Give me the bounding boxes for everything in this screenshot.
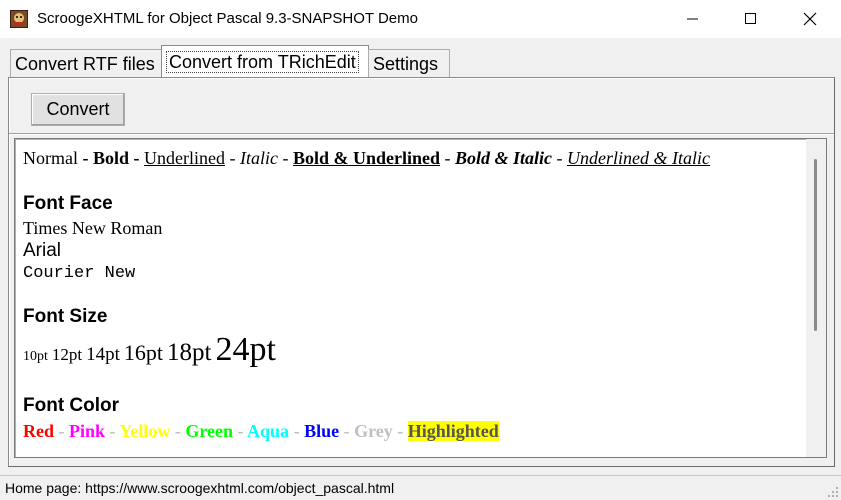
maximize-icon [745,13,756,24]
vertical-scrollbar[interactable] [806,139,826,457]
window-title: ScroogeXHTML for Object Pascal 9.3-SNAPS… [37,10,418,27]
separator: - [170,421,186,441]
status-text: Home page: https://www.scroogexhtml.com/… [5,480,395,496]
tab-strip: Convert RTF files Convert from TRichEdit… [8,44,838,78]
pink-text: Pink [69,421,106,441]
tab-label: Convert RTF files [15,54,155,74]
separator: - [129,148,145,168]
size-14pt-sample: 14pt [86,344,120,365]
courier-new-sample: Courier New [23,264,136,283]
bold-italic-text: Bold & Italic [455,148,553,168]
minimize-button[interactable] [664,0,722,38]
separator: - [54,421,69,441]
separator: - [392,421,408,441]
size-16pt-sample: 16pt [123,340,164,365]
tab-label: Convert from TRichEdit [166,51,359,73]
aqua-text: Aqua [247,421,290,441]
size-24pt-sample: 24pt [215,331,276,368]
separator: - [552,148,568,168]
tab-convert-from-trichedit[interactable]: Convert from TRichEdit [161,45,369,78]
scrollbar-thumb[interactable] [814,159,817,331]
arial-sample: Arial [23,240,62,261]
separator: - [77,148,93,168]
separator: - [278,148,293,168]
italic-text: Italic [240,148,278,168]
green-text: Green [185,421,234,441]
separator: - [233,421,248,441]
font-size-heading: Font Size [23,306,108,327]
title-bar[interactable]: ScroogeXHTML for Object Pascal 9.3-SNAPS… [0,0,841,38]
rich-edit-viewer[interactable]: Normal - Bold - Underlined - Italic - Bo… [14,138,827,458]
underlined-italic-text: Underlined & Italic [567,148,711,168]
style-samples-line: Normal - Bold - Underlined - Italic - Bo… [23,145,803,171]
separator: - [225,148,240,168]
tab-panel: Convert Normal - Bold - Underlined - Ita… [8,77,835,467]
size-12pt-sample: 12pt [51,345,83,364]
minimize-icon [687,18,698,20]
bold-text: Bold [92,148,130,168]
highlighted-text: Highlighted [407,421,499,441]
separator: - [440,148,456,168]
separator: - [105,421,120,441]
font-color-heading: Font Color [23,395,120,416]
size-18pt-sample: 18pt [167,339,212,366]
status-bar: Home page: https://www.scroogexhtml.com/… [0,475,841,500]
separator: - [339,421,355,441]
blue-text: Blue [304,421,340,441]
underlined-text: Underlined [144,148,225,168]
resize-grip-icon[interactable] [827,486,839,498]
grey-text: Grey [354,421,393,441]
times-new-roman-sample: Times New Roman [23,218,163,238]
toolbar-divider [9,133,834,135]
tab-label: Settings [373,54,439,74]
size-10pt-sample: 10pt [23,349,48,364]
tab-convert-rtf-files[interactable]: Convert RTF files [10,49,166,78]
separator: - [289,421,305,441]
red-text: Red [23,421,54,441]
close-button[interactable] [781,0,839,38]
yellow-text: Yellow [119,421,171,441]
font-face-heading: Font Face [23,193,113,214]
maximize-button[interactable] [722,0,780,38]
font-color-samples-line: Red - Pink - Yellow - Green - Aqua - Blu… [23,419,803,443]
app-logo-icon [10,10,28,28]
bold-underlined-text: Bold & Underlined [293,148,441,168]
normal-text: Normal [23,148,78,168]
close-icon [803,12,817,26]
font-size-samples-line: 10pt 12pt 14pt 16pt 18pt 24pt [23,330,803,377]
convert-button[interactable]: Convert [31,93,125,126]
document-content: Normal - Bold - Underlined - Italic - Bo… [23,145,803,443]
tab-settings[interactable]: Settings [368,49,450,78]
